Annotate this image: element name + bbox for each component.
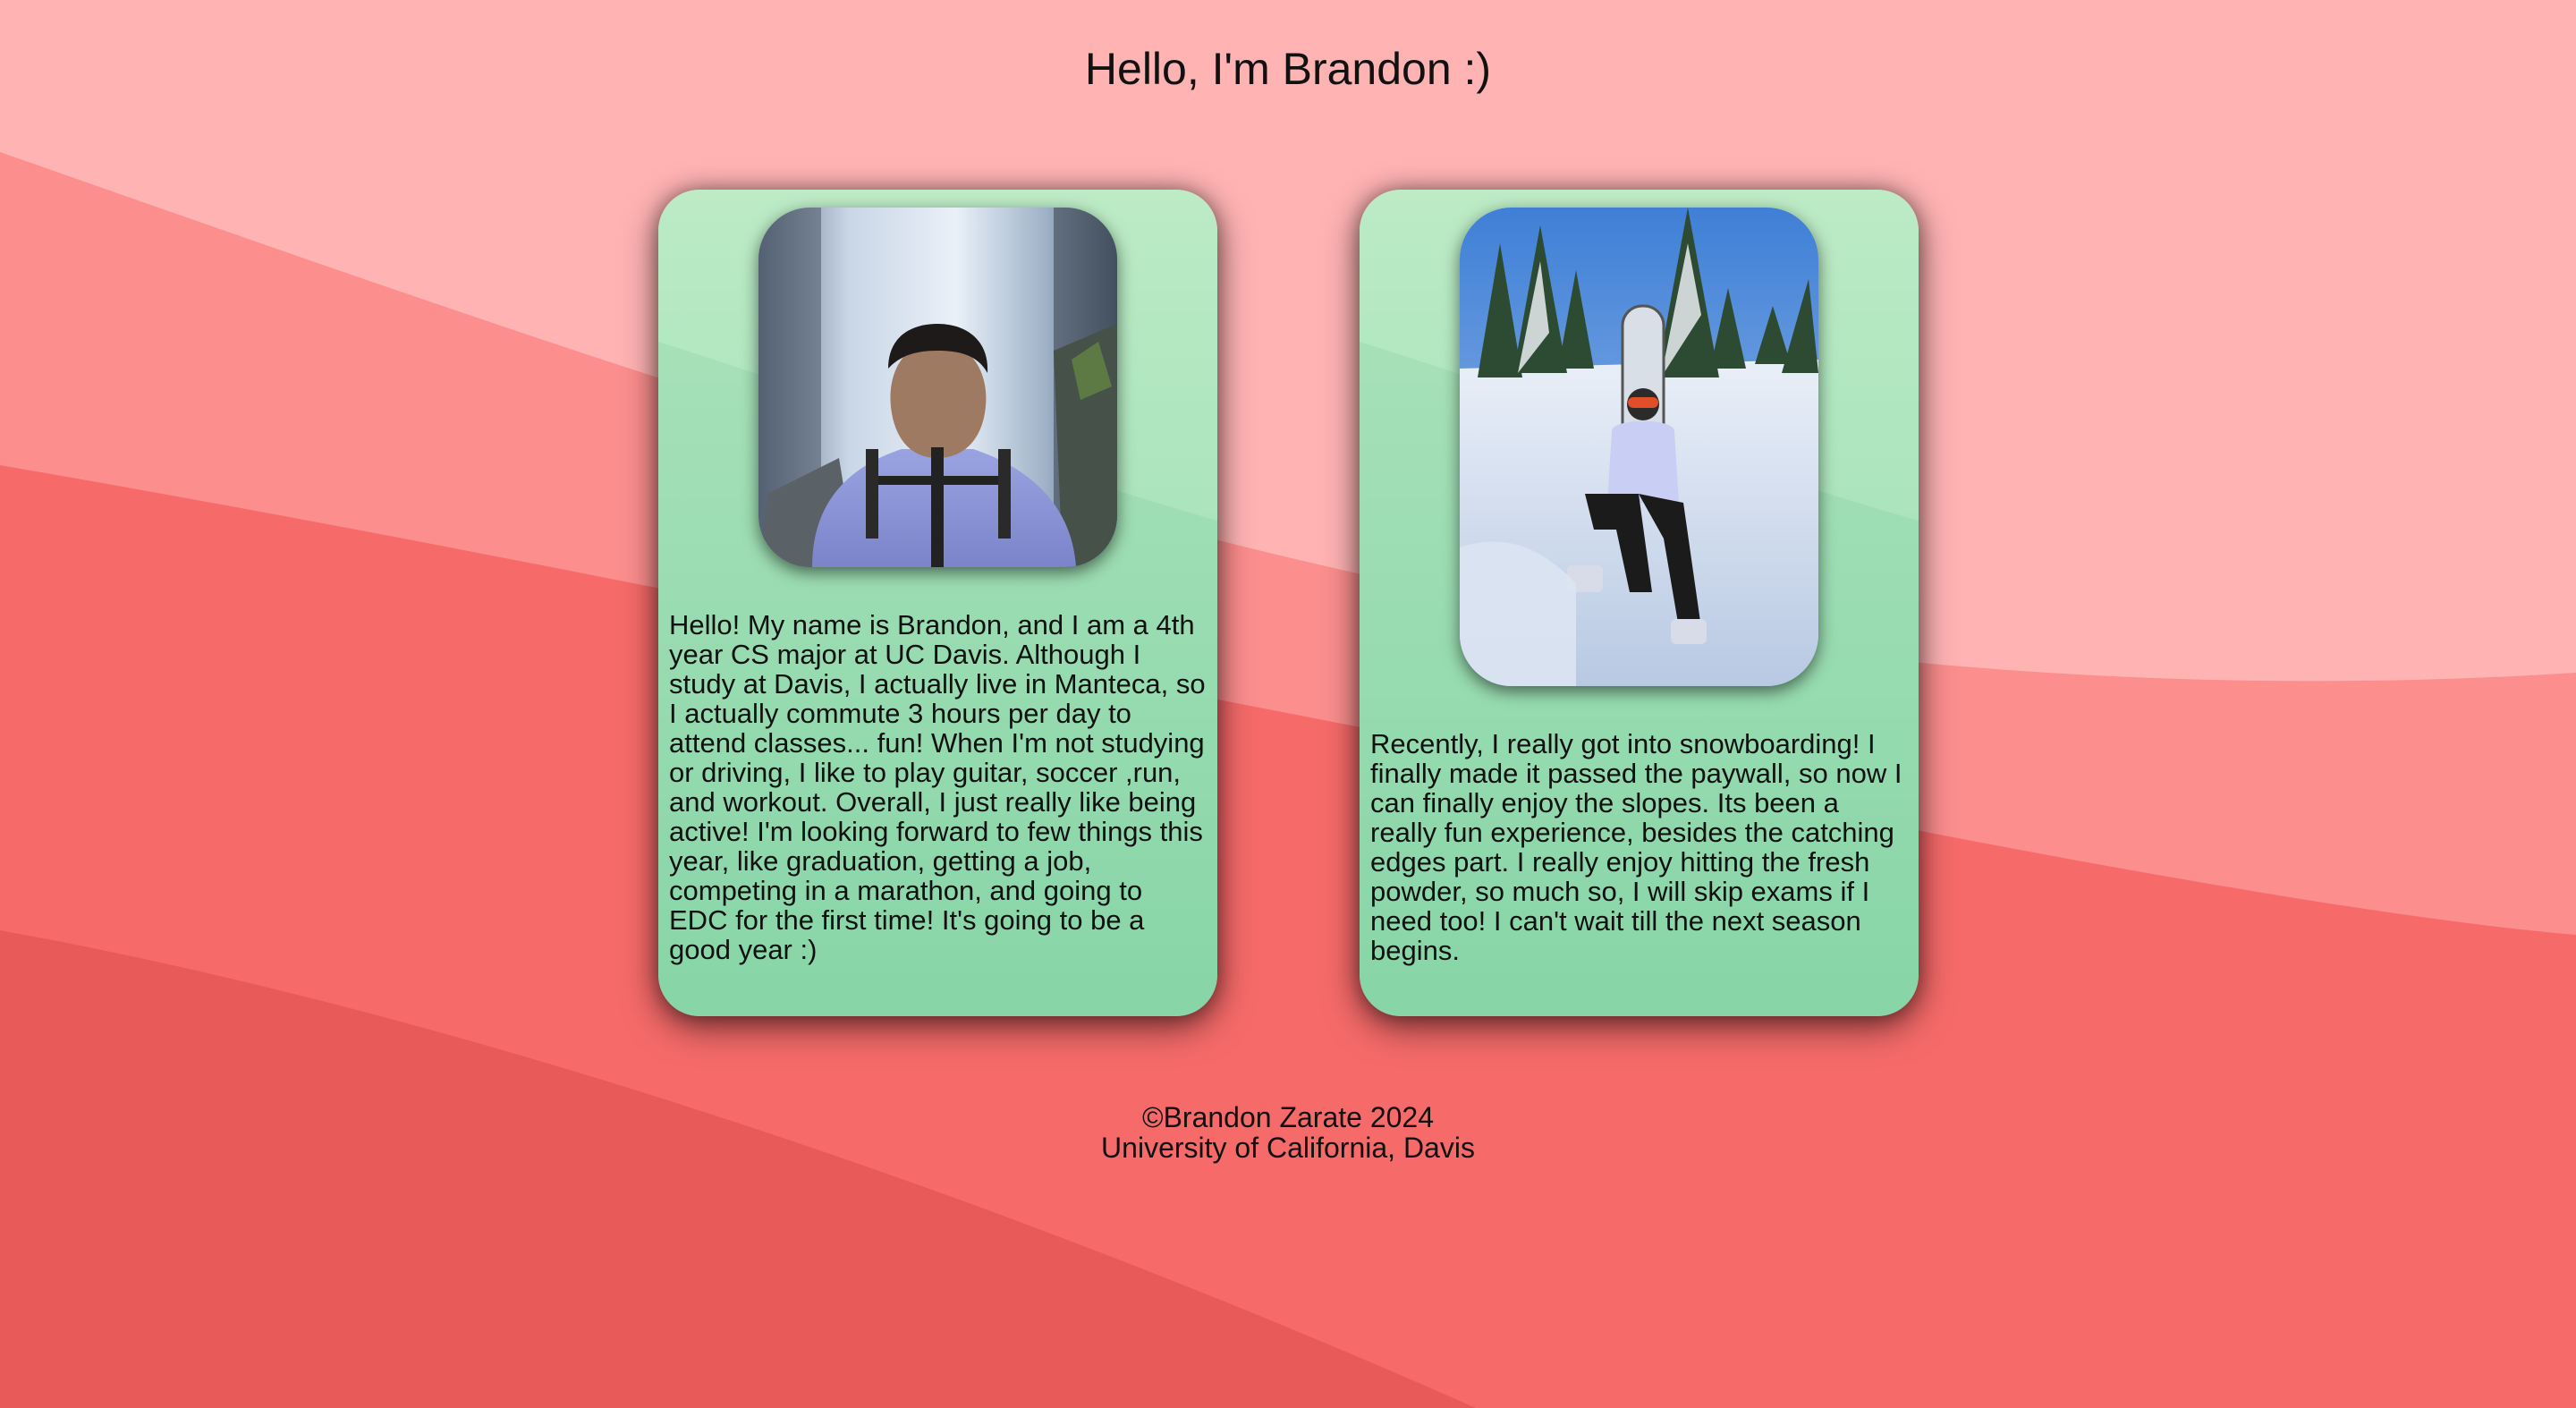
- portrait-photo-waterfall: [758, 208, 1117, 567]
- snowboarding-photo: [1460, 208, 1818, 686]
- footer: ©Brandon Zarate 2024 University of Calif…: [0, 1102, 2576, 1163]
- snowboarding-card: Recently, I really got into snowboarding…: [1360, 190, 1919, 1016]
- footer-copyright: ©Brandon Zarate 2024: [1141, 1101, 1434, 1133]
- footer-school: University of California, Davis: [1101, 1132, 1475, 1164]
- about-text: Hello! My name is Brandon, and I am a 4t…: [669, 609, 1206, 965]
- wavy-background: [0, 0, 2576, 1408]
- snowboarding-text: Recently, I really got into snowboarding…: [1370, 728, 1902, 966]
- page-title: Hello, I'm Brandon :): [1084, 44, 1492, 94]
- about-card: Hello! My name is Brandon, and I am a 4t…: [658, 190, 1217, 1016]
- snowboarding-photo-frame: [1460, 208, 1818, 686]
- portrait-photo: [758, 208, 1117, 567]
